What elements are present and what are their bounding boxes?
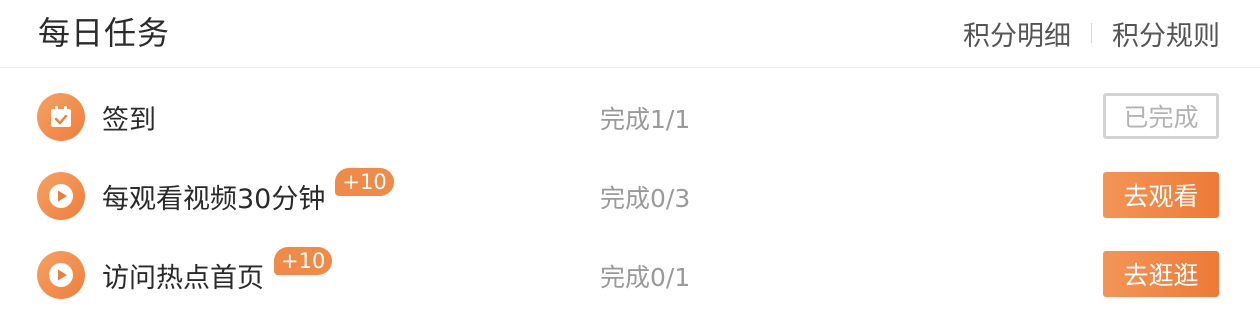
play-icon: [37, 251, 85, 299]
task-row-watch-video: 每观看视频30分钟 +10 完成0/3 去观看: [0, 157, 1260, 236]
task-name: 签到: [102, 105, 156, 136]
task-progress: 完成0/1: [600, 262, 691, 292]
task-list: 签到 完成1/1 已完成 每观看视频30分钟 +10 完成0/3 去观看 访问热…: [0, 78, 1260, 315]
task-name: 访问热点首页: [102, 263, 264, 294]
task-name-wrap: 签到: [102, 78, 156, 157]
task-progress: 完成1/1: [600, 104, 691, 134]
header-divider: [1091, 23, 1092, 43]
task-progress: 完成0/3: [600, 183, 691, 213]
points-rules-link[interactable]: 积分规则: [1112, 14, 1220, 53]
task-row-visit-hot: 访问热点首页 +10 完成0/1 去逛逛: [0, 236, 1260, 315]
go-watch-button[interactable]: 去观看: [1103, 172, 1219, 218]
play-icon: [37, 172, 85, 220]
task-name-wrap: 访问热点首页 +10: [102, 236, 333, 315]
page-title: 每日任务: [38, 14, 171, 52]
task-name-wrap: 每观看视频30分钟 +10: [102, 157, 394, 236]
completed-button: 已完成: [1103, 93, 1219, 139]
task-name: 每观看视频30分钟: [102, 184, 326, 215]
task-row-checkin: 签到 完成1/1 已完成: [0, 78, 1260, 157]
bonus-badge: +10: [274, 246, 333, 275]
header-links: 积分明细 积分规则: [963, 14, 1220, 52]
points-details-link[interactable]: 积分明细: [963, 14, 1071, 53]
go-browse-button[interactable]: 去逛逛: [1103, 251, 1219, 297]
header: 每日任务 积分明细 积分规则: [0, 0, 1260, 68]
bonus-badge: +10: [335, 167, 394, 196]
calendar-check-icon: [37, 93, 85, 141]
